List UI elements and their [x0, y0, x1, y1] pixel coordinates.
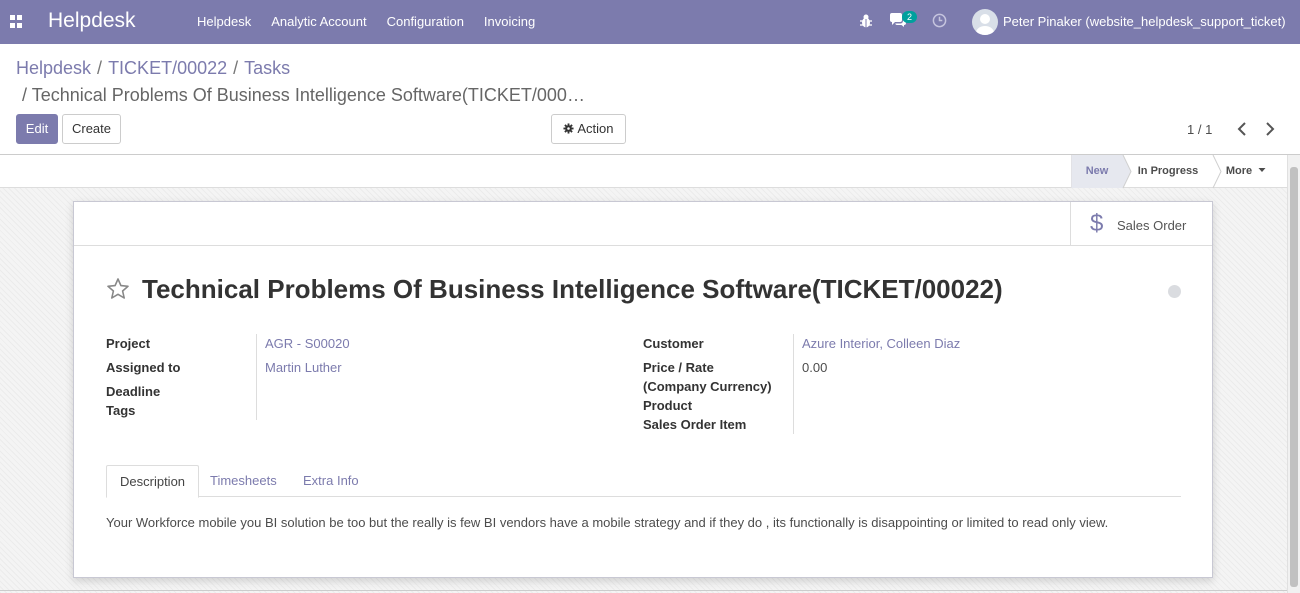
menu-item-analytic-account[interactable]: Analytic Account [261, 0, 376, 44]
edit-button[interactable]: Edit [16, 114, 58, 144]
project-value[interactable]: AGR - S00020 [265, 336, 350, 351]
dollar-icon: $ [1090, 210, 1104, 237]
chevron-right-icon[interactable] [1263, 120, 1277, 138]
smart-button-box: $ Sales Order [74, 202, 1212, 246]
gear-icon [563, 123, 575, 134]
pager-value[interactable]: 1 / 1 [1187, 122, 1212, 137]
deadline-label: Deadline [106, 384, 161, 399]
create-button[interactable]: Create [62, 114, 121, 144]
breadcrumb-ticket[interactable]: TICKET/00022 [108, 58, 227, 78]
notebook-tabs: Description Timesheets Extra Info [106, 465, 1181, 498]
price-rate-label: Price / Rate [643, 360, 714, 375]
description-text: Your Workforce mobile you BI solution be… [106, 515, 1109, 530]
project-label: Project [106, 336, 151, 351]
scrollbar-thumb[interactable] [1290, 167, 1298, 587]
sales-order-item-label: Sales Order Item [643, 417, 747, 432]
avatar[interactable] [972, 9, 998, 35]
action-button[interactable]: Action [551, 114, 626, 144]
menu-item-configuration[interactable]: Configuration [377, 0, 474, 44]
price-rate-currency-label: (Company Currency) [643, 379, 772, 394]
bottom-divider [0, 590, 1287, 591]
record-title: Technical Problems Of Business Intellige… [142, 274, 1003, 304]
assigned-to-value[interactable]: Martin Luther [265, 360, 342, 375]
assigned-to-label: Assigned to [106, 360, 181, 375]
product-label: Product [643, 398, 693, 413]
tab-extra-info[interactable]: Extra Info [290, 465, 372, 497]
field-divider [256, 334, 257, 420]
breadcrumb-tasks[interactable]: Tasks [244, 58, 290, 78]
sales-order-label: Sales Order [1117, 218, 1187, 233]
breadcrumb-current: / Technical Problems Of Business Intelli… [22, 85, 585, 106]
price-rate-value: 0.00 [802, 360, 828, 375]
sales-order-button[interactable]: $ Sales Order [1070, 202, 1212, 246]
kanban-state-indicator[interactable] [1168, 285, 1181, 298]
customer-label: Customer [643, 336, 704, 351]
tab-timesheets[interactable]: Timesheets [197, 465, 290, 497]
breadcrumb-helpdesk[interactable]: Helpdesk [16, 58, 91, 78]
chevron-left-icon[interactable] [1235, 120, 1249, 138]
menu-item-invoicing[interactable]: Invoicing [474, 0, 545, 44]
customer-value[interactable]: Azure Interior, Colleen Diaz [802, 336, 960, 351]
statusbar: New In Progress More [0, 155, 1287, 188]
action-label: Action [577, 121, 614, 136]
clock-icon[interactable] [932, 13, 947, 28]
apps-menu-icon[interactable] [10, 15, 23, 28]
user-menu[interactable]: Peter Pinaker (website_helpdesk_support_… [1003, 14, 1286, 29]
stage-more-dropdown[interactable]: More [1213, 155, 1279, 188]
caret-down-icon [1258, 168, 1266, 172]
stage-more-label: More [1225, 165, 1253, 177]
breadcrumb-separator: / [22, 85, 28, 105]
app-brand[interactable]: Helpdesk [48, 9, 136, 33]
tab-description[interactable]: Description [106, 465, 200, 498]
stage-new[interactable]: New [1071, 155, 1123, 188]
menu-item-helpdesk[interactable]: Helpdesk [187, 0, 261, 44]
main-menu: Helpdesk Analytic Account Configuration … [187, 0, 545, 44]
form-sheet: $ Sales Order Technical Problems Of Busi… [73, 201, 1213, 578]
breadcrumb: Helpdesk / TICKET/00022/Tasks [16, 58, 290, 79]
tags-label: Tags [106, 403, 136, 418]
chat-badge: 2 [902, 11, 918, 23]
stage-in-progress[interactable]: In Progress [1123, 155, 1213, 188]
breadcrumb-separator: / [97, 58, 103, 78]
bug-icon[interactable] [858, 13, 874, 29]
breadcrumb-current-label: Technical Problems Of Business Intellige… [31, 85, 585, 105]
field-divider [793, 334, 794, 434]
breadcrumb-separator: / [233, 58, 239, 78]
top-navbar: Helpdesk Helpdesk Analytic Account Confi… [0, 0, 1300, 44]
star-icon[interactable] [106, 277, 130, 301]
scrollbar[interactable] [1287, 155, 1300, 593]
